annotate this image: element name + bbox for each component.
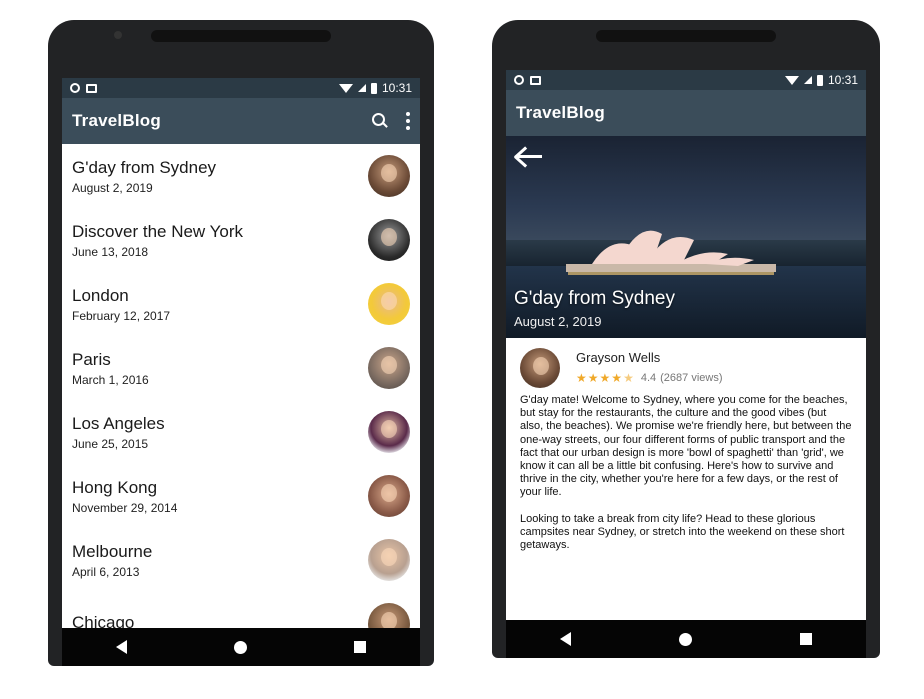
camera-icon [114, 31, 122, 39]
list-item[interactable]: G'day from Sydney August 2, 2019 [62, 144, 420, 208]
author-row: Grayson Wells ★ ★ ★ ★ ★ 4.4 (2687 views) [506, 338, 866, 394]
item-title: Chicago [72, 612, 135, 629]
star-icon: ★ [576, 371, 587, 385]
list-item[interactable]: Hong Kong November 29, 2014 [62, 464, 420, 528]
status-time: 10:31 [827, 73, 858, 87]
item-title: Discover the New York [72, 221, 244, 241]
notification-card-icon [86, 83, 97, 93]
app-title: TravelBlog [72, 111, 161, 130]
rating-row: ★ ★ ★ ★ ★ 4.4 (2687 views) [576, 371, 722, 385]
list-item[interactable]: Paris March 1, 2016 [62, 336, 420, 400]
list-screen: 10:31 TravelBlog G'day from Sydney August… [62, 78, 420, 628]
battery-icon [816, 74, 823, 86]
detail-screen: 10:31 TravelBlog G'day from Sydney Augus… [506, 70, 866, 620]
nav-bar [62, 628, 420, 666]
list-item[interactable]: Los Angeles June 25, 2015 [62, 400, 420, 464]
item-title: Melbourne [72, 541, 153, 561]
nav-home-icon[interactable] [679, 632, 692, 646]
post-body: G'day mate! Welcome to Sydney, where you… [506, 394, 866, 552]
nav-home-icon[interactable] [233, 640, 247, 654]
notification-dot-icon [70, 83, 80, 93]
speaker-grille [596, 30, 776, 42]
star-icon: ★ [587, 371, 599, 385]
item-date: February 12, 2017 [72, 308, 171, 323]
item-date: June 25, 2015 [72, 436, 149, 451]
phone-detail-screen: 10:31 TravelBlog G'day from Sydney Augus… [492, 20, 880, 658]
nav-bar [506, 620, 866, 658]
arrow-back-icon[interactable] [513, 144, 544, 168]
avatar [368, 475, 410, 517]
avatar [368, 155, 410, 197]
post-date: August 2, 2019 [514, 314, 602, 329]
avatar [368, 347, 410, 389]
item-date: June 13, 2018 [72, 244, 149, 259]
list-item[interactable]: Chicago [62, 592, 420, 628]
status-time: 10:31 [381, 81, 412, 95]
avatar [368, 411, 410, 453]
phone-list-screen: 10:31 TravelBlog G'day from Sydney August… [48, 20, 434, 666]
star-icon: ★ [599, 371, 611, 385]
avatar [520, 348, 560, 388]
post-paragraph: Looking to take a break from city life? … [520, 512, 845, 552]
item-date: March 1, 2016 [72, 372, 149, 387]
blog-list: G'day from Sydney August 2, 2019 Discover… [62, 144, 420, 628]
wifi-icon [784, 75, 799, 85]
view-count: (2687 views) [660, 372, 723, 384]
avatar [368, 219, 410, 261]
item-date: November 29, 2014 [72, 500, 178, 515]
author-name: Grayson Wells [576, 350, 661, 365]
item-title: Paris [72, 349, 111, 369]
app-title: TravelBlog [516, 103, 605, 122]
app-bar: TravelBlog [506, 90, 866, 136]
star-icon: ★ [611, 371, 623, 385]
battery-icon [370, 82, 377, 94]
app-bar: TravelBlog [62, 98, 420, 144]
status-bar: 10:31 [62, 78, 420, 98]
nav-back-icon[interactable] [560, 632, 571, 646]
hero-image: G'day from Sydney August 2, 2019 [506, 136, 866, 338]
item-title: Los Angeles [72, 413, 165, 433]
nav-back-icon[interactable] [115, 640, 127, 654]
search-icon[interactable] [372, 113, 388, 129]
post-paragraph: G'day mate! Welcome to Sydney, where you… [520, 394, 852, 499]
more-vert-icon[interactable] [406, 112, 410, 130]
list-item[interactable]: Discover the New York June 13, 2018 [62, 208, 420, 272]
item-date: August 2, 2019 [72, 180, 153, 195]
item-title: G'day from Sydney [72, 157, 217, 177]
list-item[interactable]: Melbourne April 6, 2013 [62, 528, 420, 592]
post-title: G'day from Sydney [514, 288, 675, 309]
avatar [368, 283, 410, 325]
item-title: London [72, 285, 129, 305]
list-item[interactable]: London February 12, 2017 [62, 272, 420, 336]
notification-dot-icon [514, 75, 524, 85]
nav-recents-icon[interactable] [354, 641, 367, 653]
avatar [368, 539, 410, 581]
wifi-icon [338, 83, 353, 93]
rating-value: 4.4 [640, 372, 657, 384]
item-title: Hong Kong [72, 477, 158, 497]
signal-icon [803, 76, 812, 84]
signal-icon [357, 84, 366, 92]
speaker-grille [151, 30, 331, 42]
avatar [368, 603, 410, 628]
status-bar: 10:31 [506, 70, 866, 90]
star-half-icon: ★ [623, 371, 634, 385]
item-date: April 6, 2013 [72, 564, 140, 579]
nav-recents-icon[interactable] [800, 633, 812, 645]
notification-card-icon [530, 75, 541, 85]
